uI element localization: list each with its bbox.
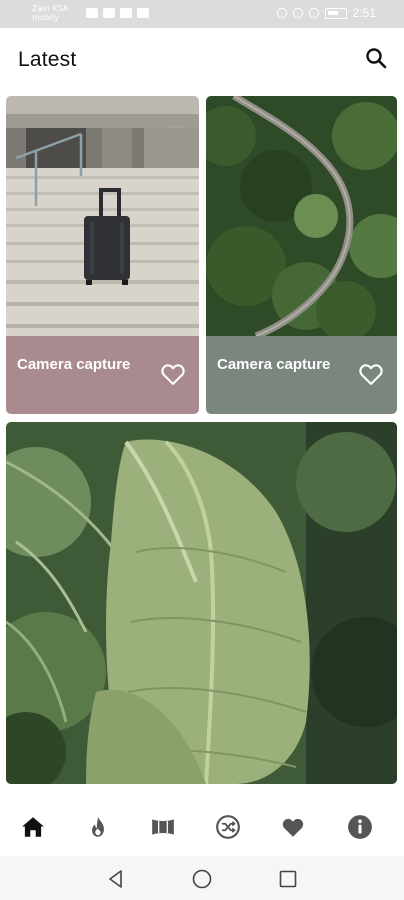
fire-icon: [92, 816, 104, 837]
forest-road-photo: [206, 96, 397, 336]
signal-icons: [86, 8, 149, 18]
photo-card[interactable]: Camera capture: [6, 96, 199, 414]
home-circle-icon: [192, 869, 212, 889]
card-footer: Camera capture: [206, 336, 397, 414]
nav-panorama[interactable]: [150, 814, 176, 840]
stairs-luggage-photo: [6, 96, 199, 336]
favorite-button[interactable]: [159, 360, 187, 388]
heart-icon: [282, 818, 304, 837]
system-navigation-bar: [0, 856, 404, 900]
recents-icon: [279, 870, 297, 888]
nav-trending[interactable]: [85, 814, 111, 840]
vibrate-icon: [308, 8, 319, 18]
system-recents-button[interactable]: [277, 868, 299, 890]
heart-outline-icon: [359, 364, 383, 385]
bluetooth-icon: [292, 8, 303, 18]
clock: 2:51: [352, 6, 376, 20]
card-footer: Camera capture: [6, 336, 199, 414]
photo-card[interactable]: [6, 422, 397, 784]
shuffle-icon: [216, 815, 240, 839]
back-icon: [109, 870, 122, 888]
nav-home[interactable]: [20, 814, 46, 840]
info-icon: [348, 815, 372, 839]
banana-leaves-photo: [6, 422, 397, 784]
carrier-name-2: mobily: [32, 13, 59, 22]
card-title: Camera capture: [17, 356, 131, 373]
bottom-navigation: [0, 796, 404, 856]
status-right: 2:51: [276, 6, 376, 20]
nav-shuffle[interactable]: [215, 814, 241, 840]
wifi-icon: [120, 8, 132, 18]
system-back-button[interactable]: [105, 868, 127, 890]
nav-favorites[interactable]: [280, 814, 306, 840]
system-home-button[interactable]: [191, 868, 213, 890]
nav-info[interactable]: [347, 814, 373, 840]
app-header: Latest: [0, 28, 404, 92]
photo-card[interactable]: Camera capture: [206, 96, 397, 414]
heart-outline-icon: [161, 364, 185, 385]
status-bar: Zain KSA mobily 2:51: [0, 0, 404, 28]
panorama-icon: [152, 819, 174, 835]
carrier-labels: Zain KSA mobily: [32, 4, 68, 22]
message-icon: [137, 8, 149, 18]
battery-icon: [324, 7, 347, 19]
alarm-icon: [276, 8, 287, 18]
signal-icon: [86, 8, 98, 18]
carrier-name-1: Zain KSA: [32, 4, 69, 13]
signal-icon: [103, 8, 115, 18]
page-title: Latest: [18, 48, 77, 71]
favorite-button[interactable]: [357, 360, 385, 388]
home-icon: [22, 817, 44, 837]
card-title: Camera capture: [217, 356, 331, 373]
search-icon: [366, 48, 387, 69]
search-button[interactable]: [364, 46, 388, 70]
